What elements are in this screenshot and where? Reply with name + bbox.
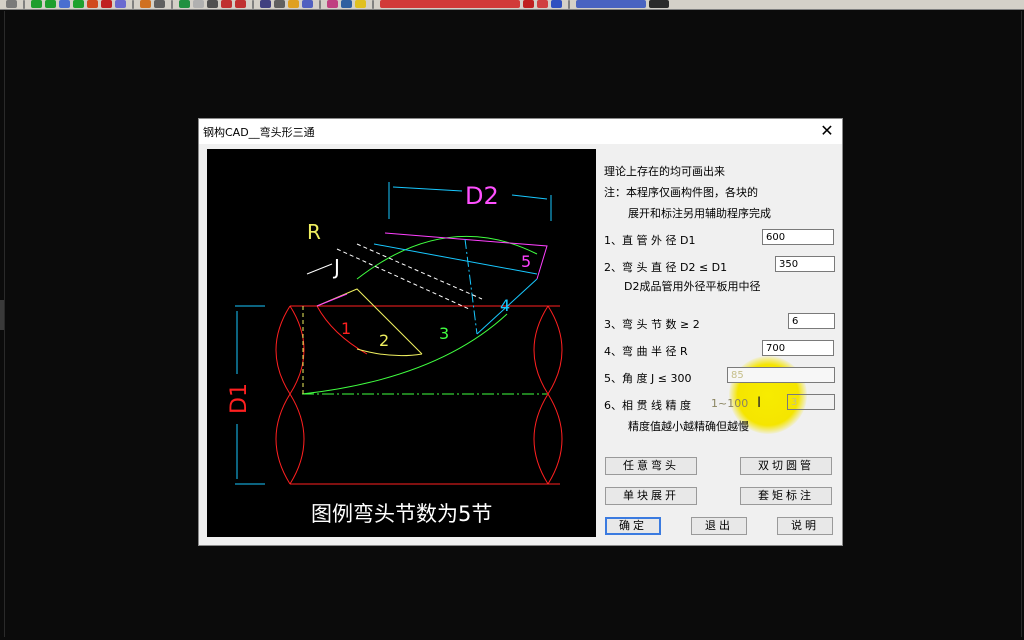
segment-2-bottom [356, 348, 423, 357]
any-elbow-button[interactable]: 任意弯头 [605, 457, 697, 475]
d1-label: D1 [227, 383, 252, 414]
check-icon[interactable] [45, 0, 56, 8]
matrix-label-button[interactable]: 套矩标注 [740, 487, 832, 505]
inner-arc [301, 313, 508, 395]
dialog-title: 钢构CAD__弯头形三通 [203, 126, 315, 139]
tick-icon[interactable] [221, 0, 232, 8]
layer-icon[interactable] [31, 0, 42, 8]
toolbar-separator [171, 0, 173, 9]
d1-input[interactable] [762, 229, 834, 245]
lines-icon[interactable] [101, 0, 112, 8]
note-line-1: 理论上存在的均可画出来 [604, 165, 725, 178]
radius-input[interactable] [762, 340, 834, 356]
param-d1-label: 1、直 管 外 径 D1 [604, 234, 696, 247]
search-icon[interactable] [551, 0, 562, 8]
book-icon[interactable] [341, 0, 352, 8]
param-segments-label: 3、弯 头 节 数 ≥ 2 [604, 318, 700, 331]
elbow-diagram: D1 D2 R J 1 2 3 4 5 图例弯头节数为5节 [227, 182, 563, 526]
param-angle-label: 5、角 度 J ≤ 300 [604, 372, 692, 385]
segment-4-center [464, 238, 478, 335]
pipe-right-end-lower [547, 393, 563, 485]
side-marker [0, 300, 4, 330]
eraser-icon[interactable] [154, 0, 165, 8]
j-arrow [306, 263, 333, 275]
hand-icon[interactable] [288, 0, 299, 8]
param-d2-label: 2、弯 头 直 径 D2 ≤ D1 [604, 261, 728, 274]
j-label: J [332, 255, 340, 279]
precision-range: 1~100 [711, 397, 749, 410]
brush-icon[interactable] [115, 0, 126, 8]
note-line-2: 注：本程序仅画构件图，各块的 [604, 186, 758, 199]
segment-4-label: 4 [500, 296, 510, 315]
segment-2-label: 2 [379, 331, 389, 350]
preview-caption: 图例弯头节数为5节 [311, 502, 492, 526]
segments-input[interactable] [788, 313, 835, 329]
param-precision-label: 6、相 贯 线 精 度 [604, 399, 691, 412]
angle-input[interactable] [727, 367, 835, 383]
plus-icon[interactable] [73, 0, 84, 8]
grid-icon[interactable] [302, 0, 313, 8]
edit-icon[interactable] [59, 0, 70, 8]
pipe-right-end-upper-b [533, 305, 549, 395]
ok-button[interactable]: 确定 [605, 517, 661, 535]
segment-5-bottom [373, 243, 538, 275]
segment-1-top [316, 293, 348, 307]
text-cursor-icon: I [757, 395, 762, 411]
align-icon[interactable] [179, 0, 190, 8]
pencil-icon[interactable] [140, 0, 151, 8]
elbow-tee-dialog: 钢构CAD__弯头形三通 ✕ D1 D2 R J 1 2 3 4 5 图例弯头节… [198, 118, 843, 546]
gear-icon[interactable] [6, 0, 17, 8]
dialog-titlebar[interactable]: 钢构CAD__弯头形三通 ✕ [199, 119, 842, 144]
toolbar-separator [568, 0, 570, 9]
cad-toolbar [0, 0, 1024, 10]
segment-1-label: 1 [341, 319, 351, 338]
double-cut-button[interactable]: 双切圆管 [740, 457, 832, 475]
smiley-icon[interactable] [355, 0, 366, 8]
param-radius-label: 4、弯 曲 半 径 R [604, 345, 688, 358]
d2-dim-left [392, 186, 463, 192]
circle-icon[interactable] [87, 0, 98, 8]
precision-note: 精度值越小越精确但越慢 [628, 420, 749, 433]
exit-button[interactable]: 退出 [691, 517, 747, 535]
d2-note: D2成品管用外径平板用中径 [624, 280, 761, 293]
segment-2-outline [316, 288, 423, 355]
pipe-left-end-upper-b [289, 305, 305, 395]
draw-tools-group[interactable] [380, 0, 520, 8]
segment-3-label: 3 [439, 324, 449, 343]
toolbar-separator [372, 0, 374, 9]
pipe-left-end-upper [275, 305, 291, 395]
pipe-left-end-lower [275, 393, 291, 485]
close-icon[interactable]: ✕ [818, 121, 836, 140]
r-label: R [307, 220, 321, 244]
view-tools-group[interactable] [576, 0, 646, 8]
overflow-icon[interactable] [649, 0, 669, 8]
scissors-icon[interactable] [207, 0, 218, 8]
toolbar-separator [23, 0, 25, 9]
palette-icon[interactable] [327, 0, 338, 8]
dimension-icon[interactable] [523, 0, 534, 8]
help-button[interactable]: 说明 [777, 517, 833, 535]
pipe-left-end-lower-b [289, 393, 305, 485]
d2-label: D2 [465, 182, 499, 210]
d2-input[interactable] [775, 256, 835, 272]
toolbar-separator [132, 0, 134, 9]
preview-image: D1 D2 R J 1 2 3 4 5 图例弯头节数为5节 [207, 149, 596, 537]
segment-5-label: 5 [521, 252, 531, 271]
zoom-icon[interactable] [260, 0, 271, 8]
toolbar-separator [252, 0, 254, 9]
text-icon[interactable] [537, 0, 548, 8]
tick2-icon[interactable] [235, 0, 246, 8]
pipe-right-end-lower-b [533, 393, 549, 485]
toolbar-separator [319, 0, 321, 9]
precision-input[interactable] [787, 394, 835, 410]
single-unfold-button[interactable]: 单块展开 [605, 487, 697, 505]
list-icon[interactable] [274, 0, 285, 8]
note-line-3: 展开和标注另用辅助程序完成 [628, 207, 771, 220]
pipe-right-end-upper [547, 305, 563, 395]
d2-dim-right [511, 194, 548, 200]
disk-icon[interactable] [193, 0, 204, 8]
